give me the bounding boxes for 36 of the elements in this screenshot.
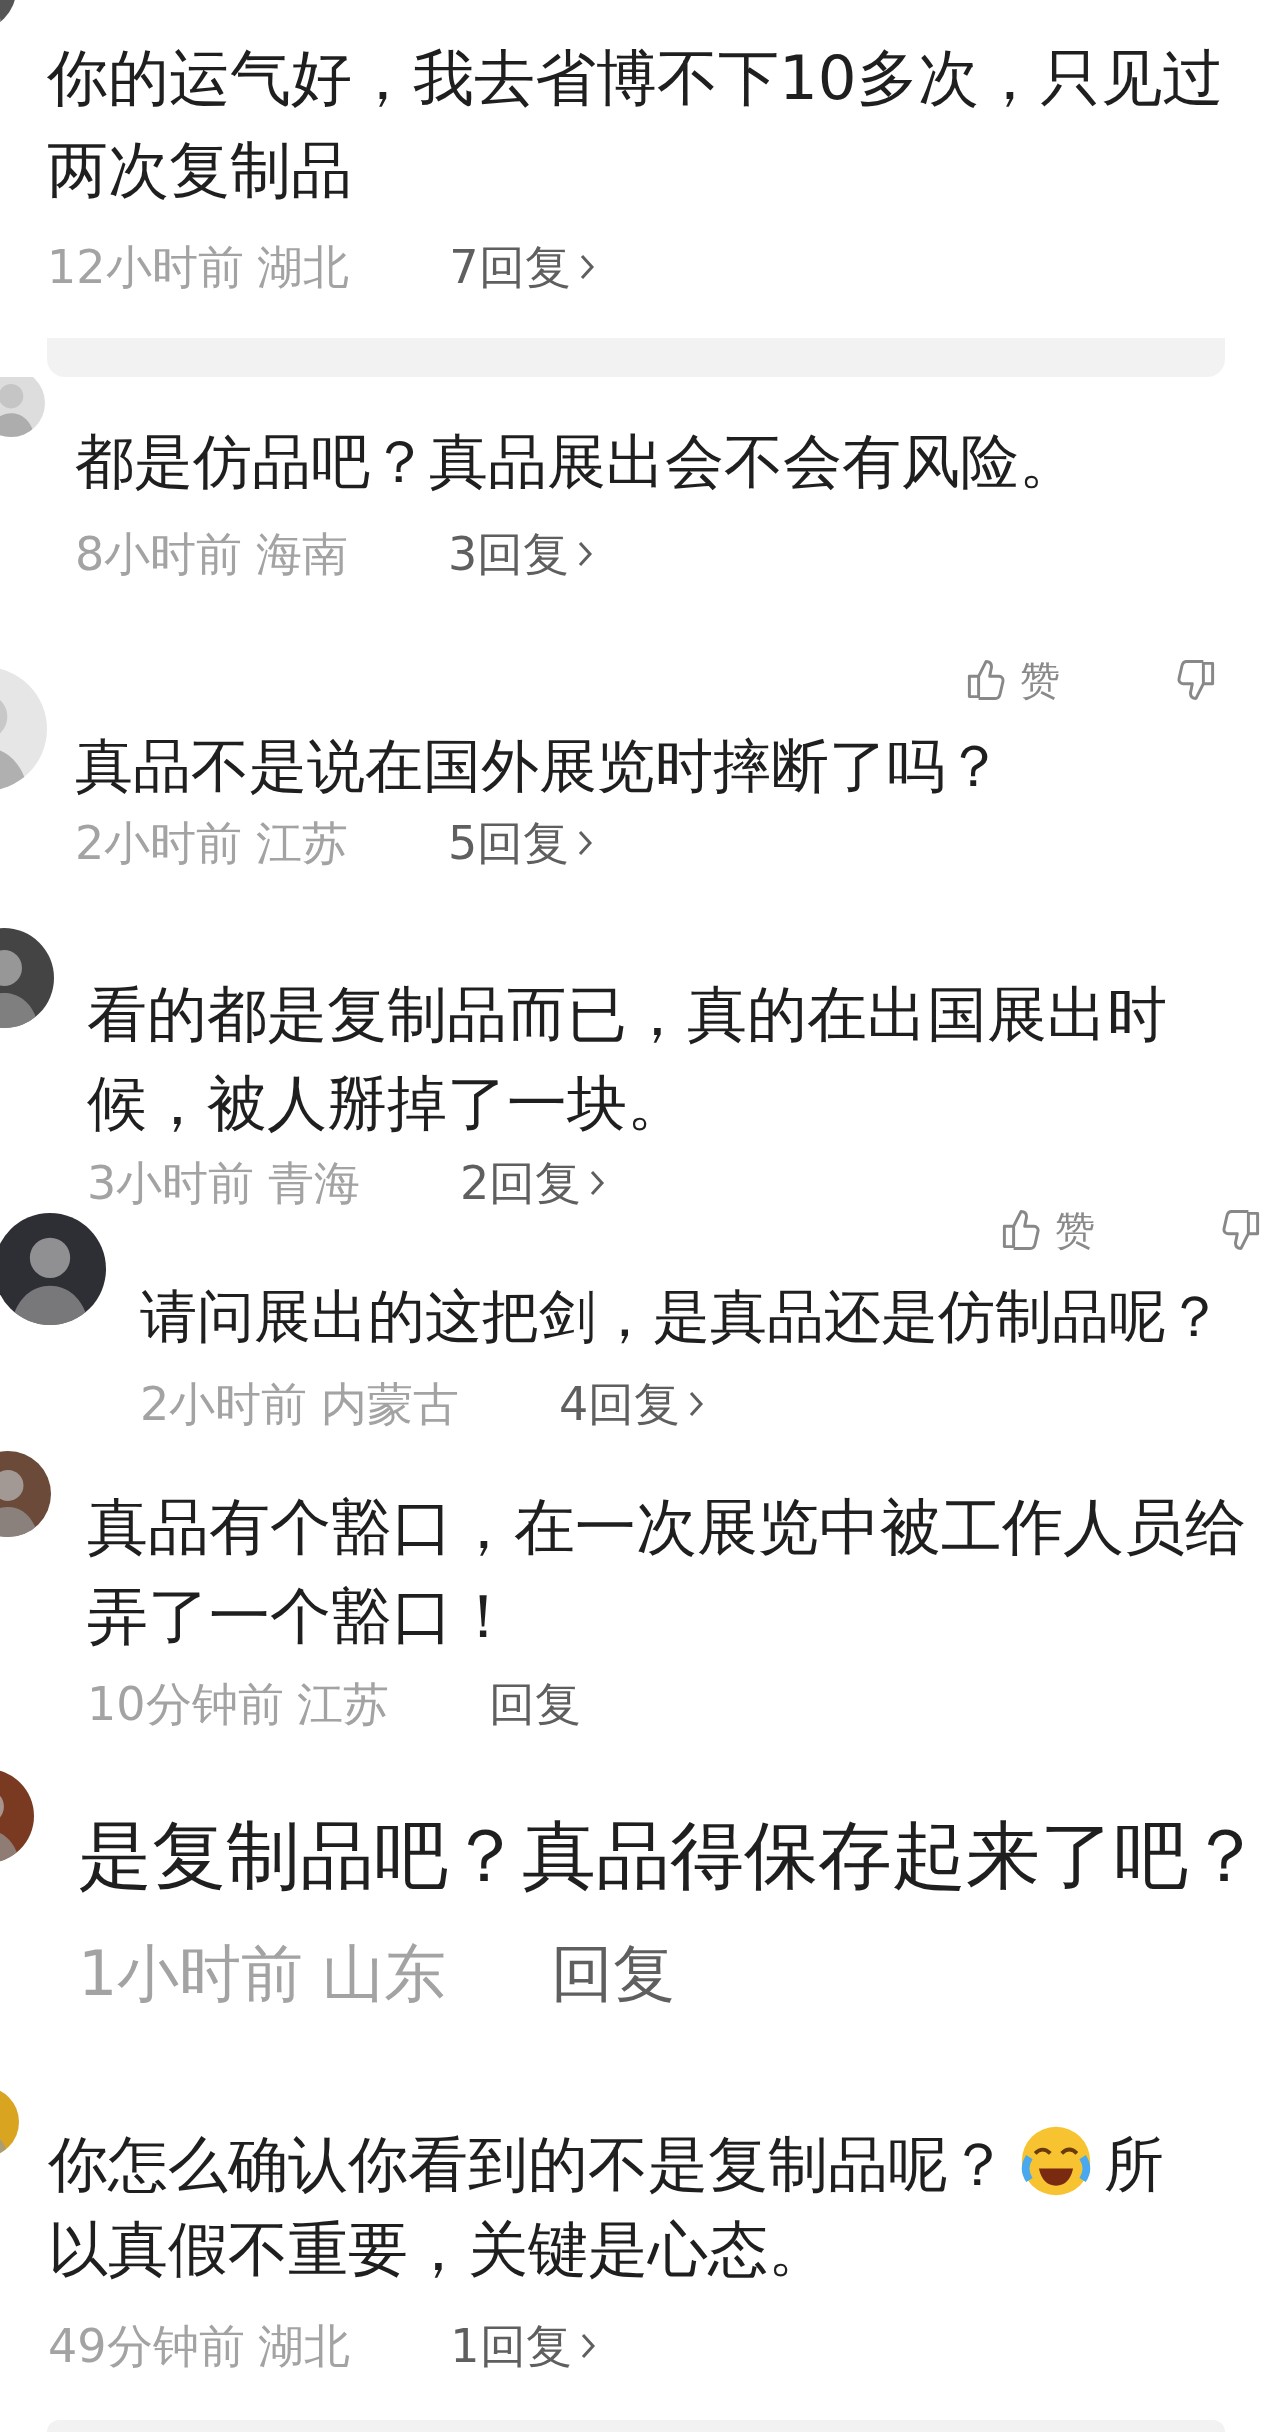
comment-time: 12小时前 [47,239,244,296]
reply-button[interactable]: 7回复 [449,237,597,297]
comment-location: 湖北 [257,239,350,296]
reply-button[interactable]: 4回复 [559,1374,707,1434]
comment-text: 看的都是复制品而已，真的在出国展出时候，被人掰掉了一块。 [87,978,1168,1140]
comment-location: 青海 [268,1155,361,1210]
comment-time: 3小时前 [87,1155,255,1210]
comment-text: 你怎么确认你看到的不是复制品呢？ [48,2129,1008,2199]
reply-button[interactable]: 5回复 [448,813,596,873]
comment-location: 湖北 [258,2318,351,2375]
comment-text: 都是仿品吧？真品展出会不会有风险。 [75,426,1079,498]
comment-time: 49分钟前 [48,2318,245,2375]
comment-location: 江苏 [297,1676,390,1733]
comment-text: 所 [1104,2129,1164,2199]
comment-location: 内蒙古 [321,1376,460,1433]
reply-button[interactable]: 回复 [551,1939,676,2009]
comment-time: 2小时前 [75,815,243,872]
comment-time: 2小时前 [140,1376,308,1433]
like-label[interactable]: 赞 [1055,1210,1095,1250]
comment-text: 请问展出的这把剑，是真品还是仿制品呢？ [140,1282,1224,1351]
reply-button[interactable]: 3回复 [448,524,596,584]
comment-time: 10分钟前 [87,1676,284,1733]
comment-location: 山东 [322,1939,447,2009]
comment-text: 真品不是说在国外展览时摔断了吗？ [75,731,1004,802]
comment-location: 海南 [256,526,349,583]
comment-location: 江苏 [256,815,349,872]
comment-text: 以真假不重要，关键是心态。 [48,2214,828,2284]
reply-button[interactable]: 1回复 [450,2316,598,2376]
comment-text: 真品有个豁口，在一次展览中被工作人员给弄了一个豁口！ [87,1490,1247,1653]
reply-button[interactable]: 回复 [489,1674,582,1734]
comment-text: 你的运气好，我去省博不下10多次，只见过两次复制品 [47,41,1224,207]
like-label[interactable]: 赞 [1020,660,1060,700]
comment-time: 8小时前 [75,526,243,583]
comment-text: 是复制品吧？真品得保存起来了吧？ [78,1811,1263,1900]
reply-button[interactable]: 2回复 [460,1155,608,1210]
comment-time: 1小时前 [78,1939,304,2009]
